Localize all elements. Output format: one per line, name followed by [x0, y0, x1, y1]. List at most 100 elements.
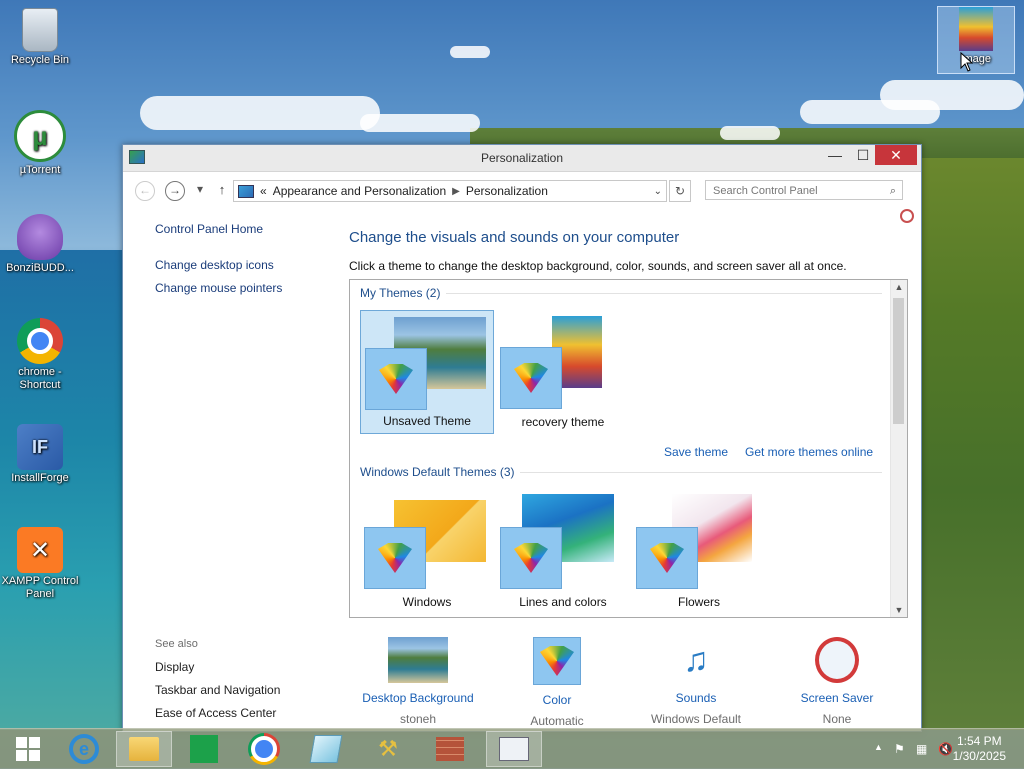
taskbar-chrome[interactable] — [236, 731, 292, 767]
xampp-icon: ✕ — [17, 527, 63, 573]
scroll-down-icon[interactable]: ▼ — [891, 605, 907, 615]
desktop-icon-label: µTorrent — [19, 164, 61, 176]
wallpaper-cloud — [450, 46, 490, 58]
theme-windows[interactable]: Windows — [360, 490, 494, 614]
see-also-taskbar[interactable]: Taskbar and Navigation — [155, 683, 280, 697]
chevron-down-icon[interactable]: ⌄ — [654, 186, 662, 197]
setting-label[interactable]: Color — [497, 693, 617, 707]
sidebar-link-control-panel-home[interactable]: Control Panel Home — [155, 222, 263, 236]
sidebar-link-change-desktop-icons[interactable]: Change desktop icons — [155, 258, 274, 272]
theme-color-palette-icon — [365, 348, 427, 410]
search-input[interactable]: Search Control Panel ⌕ — [705, 180, 903, 200]
volume-muted-icon[interactable]: 🔇 — [938, 742, 953, 756]
title-bar[interactable]: Personalization — ☐ ✕ — [123, 145, 921, 172]
setting-value: Automatic — [530, 714, 584, 728]
scrollbar-thumb[interactable] — [893, 298, 904, 424]
wallpaper-cloud — [140, 96, 380, 130]
control-panel-icon — [238, 184, 254, 198]
taskbar-internet-explorer[interactable]: e — [56, 731, 112, 767]
forward-button[interactable]: → — [165, 181, 185, 201]
tools-icon: ⚒ — [378, 736, 398, 761]
taskbar-app-firewall[interactable] — [422, 731, 478, 767]
window-title: Personalization — [480, 151, 564, 165]
search-placeholder: Search Control Panel — [713, 185, 818, 197]
windows-logo-icon — [16, 737, 40, 761]
search-icon[interactable]: ⌕ — [890, 181, 896, 201]
back-button[interactable]: ← — [135, 181, 155, 201]
desktop-icon-xampp[interactable]: ✕ XAMPP Control Panel — [0, 527, 80, 601]
refresh-icon: ↻ — [674, 184, 686, 198]
color-setting[interactable]: Color Automatic — [497, 637, 617, 728]
start-button[interactable] — [0, 731, 56, 767]
see-also-ease-of-access[interactable]: Ease of Access Center — [155, 706, 276, 720]
no-screensaver-icon — [815, 637, 859, 683]
theme-unsaved[interactable]: Unsaved Theme — [360, 310, 494, 434]
themes-scrollbar[interactable]: ▲ ▼ — [890, 280, 907, 617]
breadcrumb-personalization[interactable]: Personalization — [466, 184, 548, 198]
minimize-button[interactable]: — — [821, 145, 849, 165]
desktop-icon-label: Recycle Bin — [10, 54, 70, 66]
up-button[interactable]: ↑ — [213, 181, 231, 199]
control-panel-icon — [499, 737, 529, 761]
theme-label: Lines and colors — [519, 595, 607, 609]
system-tray: ▲ ⚑ ▦ 🔇 1:54 PM 1/30/2025 — [844, 729, 1024, 769]
image-thumbnail-icon — [959, 7, 993, 51]
theme-flowers[interactable]: Flowers — [632, 490, 766, 614]
taskbar-file-explorer[interactable] — [116, 731, 172, 767]
desktop-background-icon — [388, 637, 448, 683]
setting-label[interactable]: Desktop Background — [358, 691, 478, 705]
breadcrumb-appearance[interactable]: Appearance and Personalization — [273, 184, 446, 198]
get-more-themes-link[interactable]: Get more themes online — [745, 445, 873, 459]
screen-saver-setting[interactable]: Screen Saver None — [777, 637, 897, 726]
scroll-up-icon[interactable]: ▲ — [891, 282, 907, 292]
taskbar-store[interactable] — [176, 731, 232, 767]
installforge-icon: IF — [17, 424, 63, 470]
theme-label: Flowers — [677, 595, 720, 609]
desktop-icon-utorrent[interactable]: µ µTorrent — [0, 110, 80, 177]
app-glass-icon — [309, 735, 343, 763]
chevron-right-icon: ▶ — [452, 185, 460, 197]
theme-lines-and-colors[interactable]: Lines and colors — [496, 490, 630, 614]
desktop-icon-chrome[interactable]: chrome - Shortcut — [0, 318, 80, 392]
flag-icon[interactable]: ⚑ — [894, 742, 905, 756]
desktop-icon-image[interactable]: image — [937, 6, 1015, 74]
taskbar-app-tools[interactable]: ⚒ — [360, 731, 416, 767]
folder-icon — [129, 737, 159, 761]
themes-list[interactable]: My Themes (2) Unsaved Theme recovery the… — [349, 279, 908, 618]
sounds-setting[interactable]: ♫ Sounds Windows Default — [636, 637, 756, 726]
save-theme-link[interactable]: Save theme — [664, 445, 728, 459]
navigation-bar: ← → ▾ ↑ « Appearance and Personalization… — [123, 172, 921, 208]
desktop-icon-bonzibuddy[interactable]: BonziBUDD... — [0, 214, 80, 275]
chrome-icon — [17, 318, 63, 364]
sidebar-link-change-mouse-pointers[interactable]: Change mouse pointers — [155, 281, 282, 295]
desktop-icon-recycle-bin[interactable]: Recycle Bin — [0, 8, 80, 67]
help-icon[interactable] — [900, 209, 914, 223]
network-icon[interactable]: ▦ — [916, 742, 927, 756]
address-prefix[interactable]: « — [260, 184, 267, 198]
setting-label[interactable]: Sounds — [636, 691, 756, 705]
desktop-icon-installforge[interactable]: IF InstallForge — [0, 424, 80, 485]
wallpaper-cloud — [360, 114, 480, 132]
page-title: Change the visuals and sounds on your co… — [349, 229, 680, 246]
theme-label: Unsaved Theme — [383, 414, 471, 428]
setting-label[interactable]: Screen Saver — [777, 691, 897, 705]
theme-recovery[interactable]: recovery theme — [496, 310, 630, 434]
address-bar[interactable]: « Appearance and Personalization ▶ Perso… — [233, 180, 667, 202]
maximize-button[interactable]: ☐ — [849, 145, 877, 165]
close-button[interactable]: ✕ — [875, 145, 917, 165]
chevron-up-icon[interactable]: ▲ — [874, 742, 883, 752]
refresh-button[interactable]: ↻ — [669, 180, 691, 202]
taskbar-control-panel[interactable] — [486, 731, 542, 767]
theme-color-palette-icon — [500, 347, 562, 409]
clock[interactable]: 1:54 PM 1/30/2025 — [953, 734, 1006, 764]
mouse-cursor-icon — [960, 52, 974, 72]
desktop-icon-label: InstallForge — [11, 472, 69, 484]
recent-locations-dropdown[interactable]: ▾ — [191, 181, 209, 199]
default-themes-heading: Windows Default Themes (3) — [360, 465, 515, 479]
theme-label: Windows — [402, 595, 452, 609]
desktop-background-setting[interactable]: Desktop Background stoneh — [358, 637, 478, 726]
taskbar-app-glass[interactable] — [298, 731, 354, 767]
bonzibuddy-icon — [17, 214, 63, 260]
see-also-heading: See also — [155, 638, 198, 650]
see-also-display[interactable]: Display — [155, 660, 194, 674]
